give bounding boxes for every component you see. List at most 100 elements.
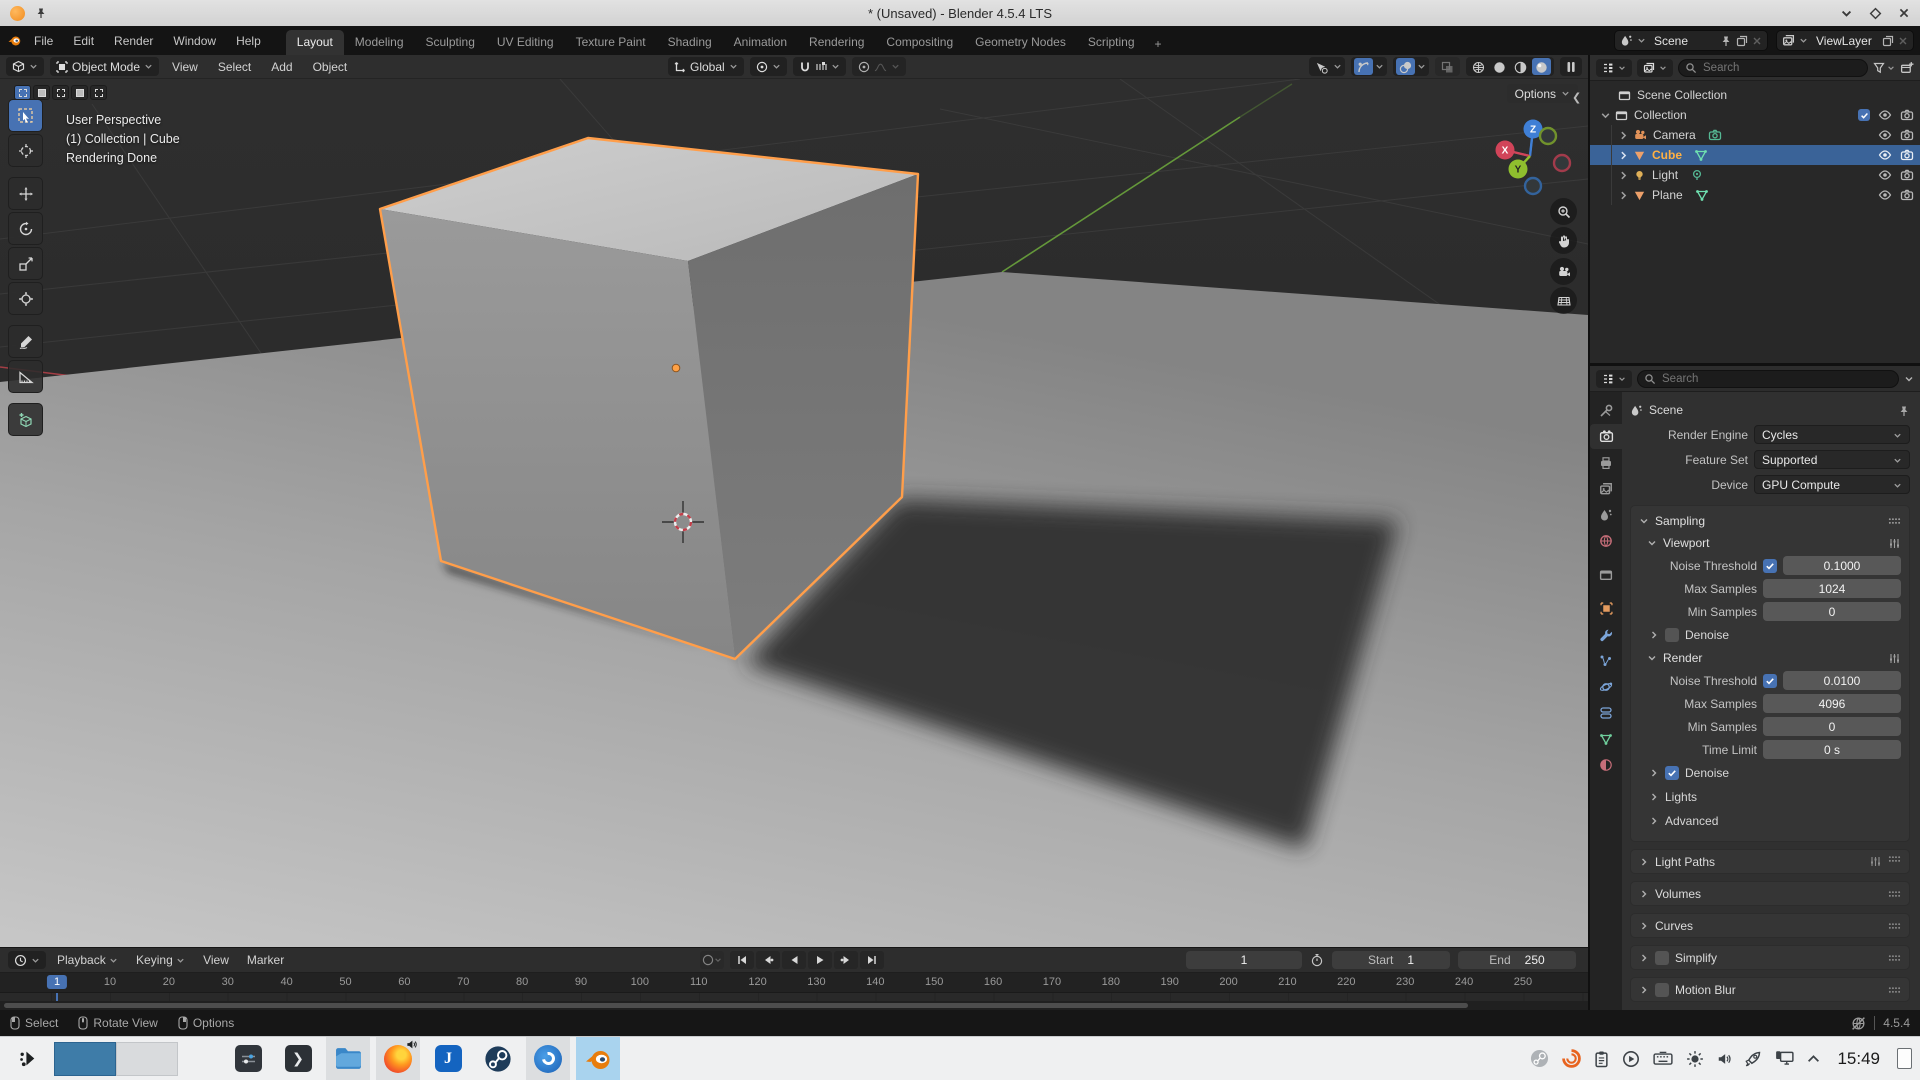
expand-tray-chevron-icon[interactable]	[1807, 1054, 1820, 1063]
transform-orientation-selector[interactable]: Global	[668, 57, 744, 76]
shading-material-button[interactable]	[1511, 58, 1530, 74]
viewport-menu-item[interactable]: Select	[211, 58, 258, 76]
cursor-tool[interactable]	[8, 134, 43, 167]
shading-solid-button[interactable]	[1490, 58, 1509, 74]
play-reverse-button[interactable]	[782, 951, 806, 969]
hide-in-viewport-icon[interactable]	[1878, 188, 1892, 202]
add-cube-tool[interactable]	[8, 403, 43, 436]
tab-object[interactable]	[1590, 596, 1622, 621]
disable-in-render-icon[interactable]	[1900, 148, 1914, 162]
jump-to-start-button[interactable]	[730, 951, 754, 969]
media-player-tray-icon[interactable]	[1622, 1050, 1640, 1068]
swirl-app-tray-icon[interactable]	[1562, 1049, 1581, 1068]
motion-blur-panel[interactable]: Motion Blur	[1630, 977, 1910, 1002]
presets-icon[interactable]	[1869, 855, 1882, 868]
pin-icon[interactable]	[1720, 35, 1732, 47]
jump-to-end-button[interactable]	[860, 951, 884, 969]
next-keyframe-button[interactable]	[834, 951, 858, 969]
workspace-tab[interactable]: UV Editing	[486, 30, 565, 55]
blender-menu-icon[interactable]	[6, 33, 23, 48]
viewlayer-selector[interactable]: ViewLayer	[1776, 30, 1914, 51]
noise-threshold-checkbox[interactable]	[1763, 559, 1777, 573]
new-scene-icon[interactable]	[1736, 35, 1748, 47]
tab-tool[interactable]	[1590, 398, 1622, 423]
drag-grip-icon[interactable]	[1888, 890, 1901, 898]
desktop-1-button[interactable]	[54, 1042, 116, 1076]
display-tray-icon[interactable]	[1775, 1050, 1794, 1067]
expand-arrow-icon[interactable]	[1618, 190, 1629, 201]
workspace-tab[interactable]: Texture Paint	[565, 30, 657, 55]
min-samples-value[interactable]: 0	[1763, 717, 1901, 736]
new-collection-button[interactable]	[1900, 61, 1914, 75]
transform-tool[interactable]	[8, 282, 43, 315]
mode-selector[interactable]: Object Mode	[50, 57, 159, 76]
show-desktop-button[interactable]	[1897, 1048, 1912, 1069]
brightness-tray-icon[interactable]	[1686, 1050, 1704, 1068]
tab-view-layer[interactable]	[1590, 476, 1622, 501]
drag-grip-icon[interactable]	[1888, 922, 1901, 930]
kde-connect-tray-icon[interactable]	[1744, 1050, 1762, 1068]
presets-icon[interactable]	[1888, 652, 1901, 665]
frame-end-field[interactable]: End250	[1458, 951, 1576, 969]
play-button[interactable]	[808, 951, 832, 969]
timeline-menu-item[interactable]: Keying	[129, 951, 192, 969]
tab-world[interactable]	[1590, 528, 1622, 553]
tab-object-data[interactable]	[1590, 726, 1622, 751]
axis-orientation-gizmo[interactable]: Z X Y	[1496, 120, 1571, 195]
collection-exclude-checkbox[interactable]	[1858, 109, 1870, 121]
camera-view-button[interactable]	[1550, 258, 1577, 285]
noise-threshold-value[interactable]: 0.0100	[1783, 671, 1901, 690]
outliner-row-camera[interactable]: Camera	[1590, 125, 1920, 145]
playhead[interactable]	[56, 993, 58, 1001]
prev-keyframe-button[interactable]	[756, 951, 780, 969]
drag-grip-icon[interactable]	[1888, 954, 1901, 962]
drag-grip-icon[interactable]	[1888, 517, 1901, 525]
remove-viewlayer-icon[interactable]	[1898, 36, 1908, 46]
shading-wireframe-button[interactable]	[1469, 58, 1488, 74]
viewport-menu-item[interactable]: Object	[306, 58, 355, 76]
app-launcher-button[interactable]	[8, 1037, 48, 1080]
hide-in-viewport-icon[interactable]	[1878, 148, 1892, 162]
hide-in-viewport-icon[interactable]	[1878, 128, 1892, 142]
presets-icon[interactable]	[1888, 537, 1901, 550]
current-frame-field[interactable]: 1	[1186, 951, 1302, 969]
viewport-subpanel-header[interactable]: Viewport	[1639, 532, 1901, 554]
annotate-tool[interactable]	[8, 325, 43, 358]
timeline-editor-type-button[interactable]	[8, 951, 46, 969]
properties-search-input[interactable]	[1637, 370, 1899, 388]
disable-in-render-icon[interactable]	[1900, 168, 1914, 182]
steam-tray-icon[interactable]	[1530, 1049, 1549, 1068]
perspective-toggle-button[interactable]	[1550, 287, 1577, 314]
timeline-menu-item[interactable]: Marker	[240, 951, 291, 969]
scene-selector[interactable]: Scene	[1614, 30, 1768, 51]
outliner-filter-display-button[interactable]	[1637, 59, 1673, 77]
tab-material[interactable]	[1590, 752, 1622, 777]
min-samples-value[interactable]: 0	[1763, 602, 1901, 621]
drag-grip-icon[interactable]	[1888, 986, 1901, 994]
show-object-types-dropdown[interactable]	[1309, 57, 1345, 76]
outliner-row-light[interactable]: Light	[1590, 165, 1920, 185]
disable-in-render-icon[interactable]	[1900, 108, 1914, 122]
time-limit-value[interactable]: 0 s	[1763, 740, 1901, 759]
properties-options-button[interactable]	[1904, 374, 1914, 384]
workspace-tab[interactable]: Rendering	[798, 30, 875, 55]
properties-search[interactable]	[1637, 370, 1899, 388]
render-subpanel-header[interactable]: Render	[1639, 647, 1901, 669]
move-tool[interactable]	[8, 177, 43, 210]
tab-particles[interactable]	[1590, 648, 1622, 673]
select-box-tool[interactable]	[8, 99, 43, 132]
workspace-tab[interactable]: Geometry Nodes	[964, 30, 1077, 55]
workspace-tab[interactable]: Scripting	[1077, 30, 1146, 55]
tab-scene[interactable]	[1590, 502, 1622, 527]
outliner-search[interactable]	[1678, 59, 1868, 77]
drag-grip-icon[interactable]	[1888, 855, 1901, 863]
blender-app-button[interactable]	[576, 1037, 620, 1080]
expand-arrow-icon[interactable]	[1600, 110, 1611, 121]
tab-physics[interactable]	[1590, 674, 1622, 699]
hide-in-viewport-icon[interactable]	[1878, 108, 1892, 122]
workspace-tab[interactable]: Shading	[657, 30, 723, 55]
gizmos-toggle[interactable]	[1351, 57, 1387, 76]
3d-viewport[interactable]: Options User Perspective (1) Collection …	[0, 79, 1588, 947]
timeline-menu-item[interactable]: View	[196, 951, 236, 969]
curves-panel[interactable]: Curves	[1630, 913, 1910, 938]
